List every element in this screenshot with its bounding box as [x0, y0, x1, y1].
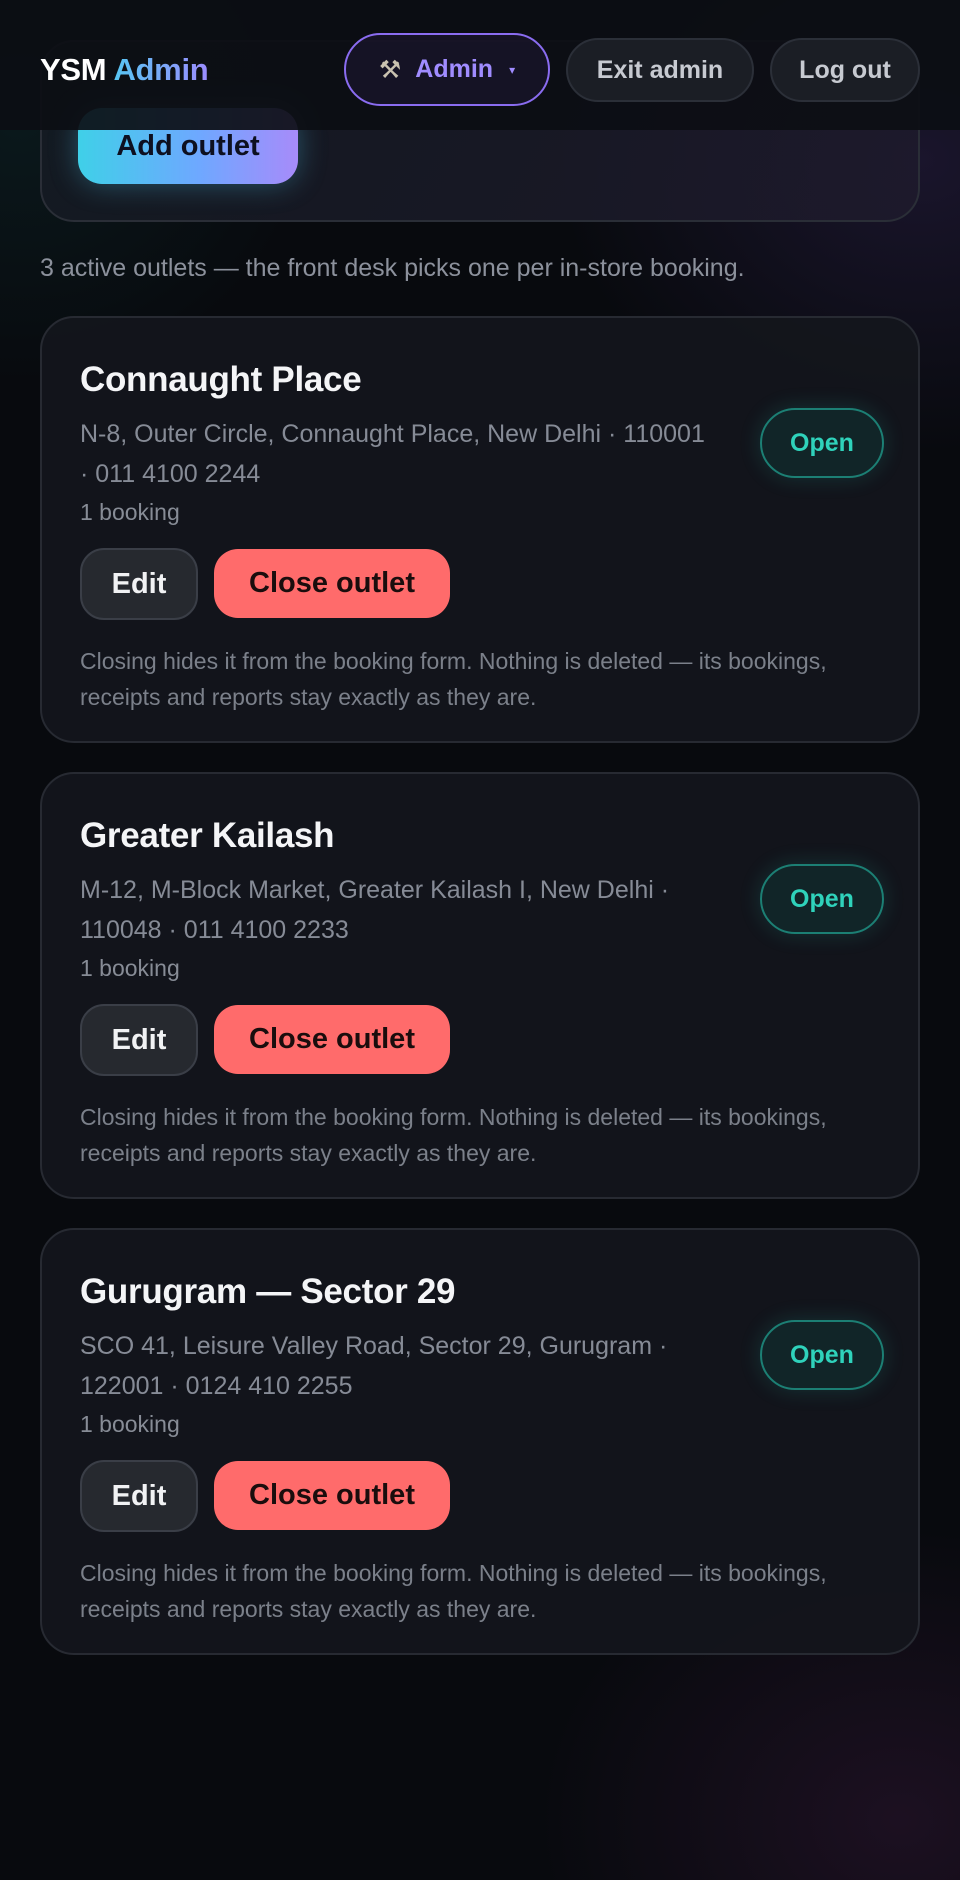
close-outlet-button[interactable]: Close outlet	[214, 549, 450, 618]
brand-logo[interactable]: YSM Admin	[40, 52, 209, 88]
outlet-status-badge: Open	[760, 1320, 884, 1390]
outlet-card: Greater Kailash M-12, M-Block Market, Gr…	[40, 772, 920, 1199]
close-outlet-note: Closing hides it from the booking form. …	[80, 648, 827, 710]
admin-menu-label: Admin	[415, 55, 494, 83]
outlet-status-badge: Open	[760, 408, 884, 478]
exit-admin-button[interactable]: Exit admin	[566, 38, 754, 102]
outlet-card: Connaught Place N-8, Outer Circle, Conna…	[40, 316, 920, 743]
close-outlet-note: Closing hides it from the booking form. …	[80, 1560, 827, 1622]
outlet-summary: 3 active outlets — the front desk picks …	[40, 254, 745, 282]
logout-button[interactable]: Log out	[770, 38, 920, 102]
outlet-name: Connaught Place	[80, 360, 362, 399]
top-bar: YSM Admin ⚒ Admin ▾ Exit admin Log out	[0, 0, 960, 130]
edit-outlet-button[interactable]: Edit	[80, 1460, 198, 1532]
outlet-booking-count: 1 booking	[80, 955, 180, 981]
close-outlet-button[interactable]: Close outlet	[214, 1461, 450, 1530]
chevron-down-icon: ▾	[509, 62, 516, 77]
outlet-booking-count: 1 booking	[80, 499, 180, 525]
close-outlet-button[interactable]: Close outlet	[214, 1005, 450, 1074]
brand-name: YSM	[40, 52, 107, 87]
edit-outlet-button[interactable]: Edit	[80, 1004, 198, 1076]
outlet-address: N-8, Outer Circle, Connaught Place, New …	[80, 420, 705, 488]
hammer-wrench-icon: ⚒	[378, 55, 402, 84]
outlet-booking-count: 1 booking	[80, 1411, 180, 1437]
close-outlet-note: Closing hides it from the booking form. …	[80, 1104, 827, 1166]
outlet-address: M-12, M-Block Market, Greater Kailash I,…	[80, 876, 670, 944]
admin-menu-button[interactable]: ⚒ Admin ▾	[344, 33, 550, 106]
outlet-card: Gurugram — Sector 29 SCO 41, Leisure Val…	[40, 1228, 920, 1655]
outlet-status-badge: Open	[760, 864, 884, 934]
brand-accent: Admin	[113, 52, 209, 87]
edit-outlet-button[interactable]: Edit	[80, 548, 198, 620]
outlet-name: Greater Kailash	[80, 816, 335, 855]
outlet-address: SCO 41, Leisure Valley Road, Sector 29, …	[80, 1332, 668, 1400]
outlet-name: Gurugram — Sector 29	[80, 1272, 456, 1311]
